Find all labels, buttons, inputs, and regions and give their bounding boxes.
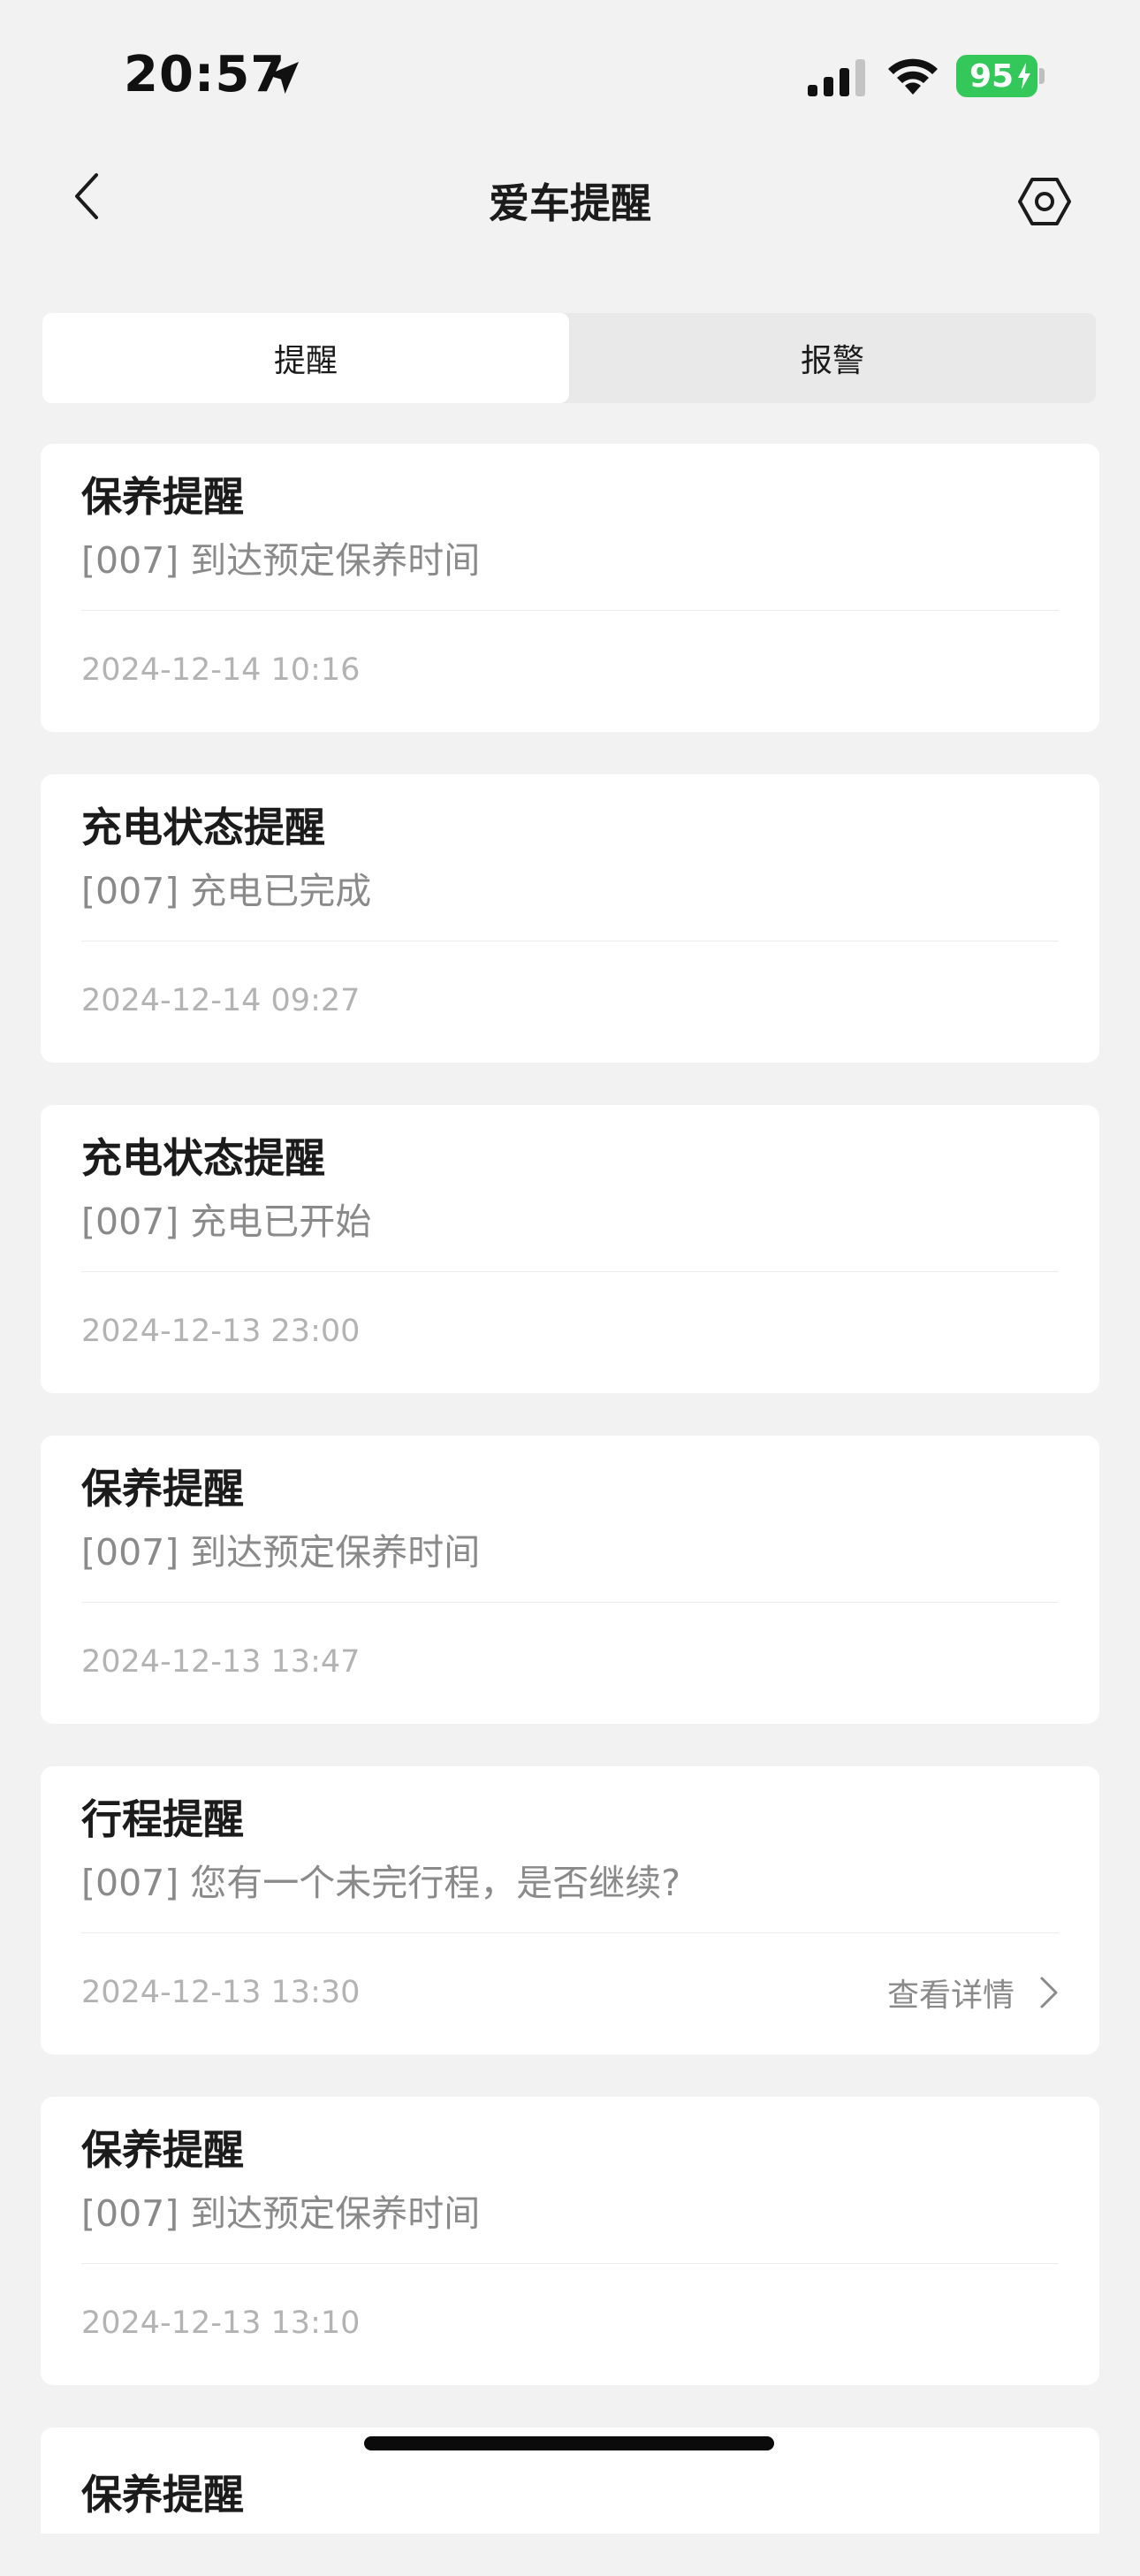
nav-bar: 爱车提醒: [0, 141, 1140, 265]
reminder-time: 2024-12-14 10:16: [81, 652, 361, 688]
page-title: 爱车提醒: [489, 179, 651, 227]
divider: [81, 1271, 1059, 1272]
wifi-icon: [888, 58, 938, 95]
reminder-title: 保养提醒: [81, 473, 244, 521]
divider: [81, 1602, 1059, 1603]
reminder-title: 行程提醒: [81, 1795, 244, 1843]
reminder-message: [007] 充电已开始: [81, 1200, 372, 1243]
charging-bolt-icon: [1018, 63, 1030, 89]
reminder-time: 2024-12-13 13:47: [81, 1644, 361, 1680]
segmented-tabs: 提醒 报警: [42, 313, 1096, 403]
reminder-title: 保养提醒: [81, 2126, 244, 2174]
reminder-message: [007] 充电已完成: [81, 870, 372, 912]
divider: [81, 2263, 1059, 2264]
reminder-card[interactable]: 保养提醒 [007] 到达预定保养时间 2024-12-14 10:16: [41, 444, 1099, 732]
reminder-message: [007] 到达预定保养时间: [81, 539, 481, 582]
reminder-title: 充电状态提醒: [81, 1134, 325, 1182]
reminder-message: [007] 您有一个未完行程，是否继续?: [81, 1862, 681, 1904]
divider: [81, 610, 1059, 611]
battery-indicator: 95: [956, 55, 1037, 97]
reminder-card[interactable]: 保养提醒 [007] 到达预定保养时间 2024-12-13 13:10: [41, 2097, 1099, 2385]
reminder-title: 保养提醒: [81, 1465, 244, 1513]
reminder-card[interactable]: 充电状态提醒 [007] 充电已开始 2024-12-13 23:00: [41, 1105, 1099, 1393]
reminder-card[interactable]: 充电状态提醒 [007] 充电已完成 2024-12-14 09:27: [41, 774, 1099, 1063]
battery-level: 95: [969, 57, 1015, 95]
view-details-link[interactable]: 查看详情: [887, 1970, 1059, 2016]
settings-button[interactable]: [1013, 170, 1076, 233]
reminder-list: 保养提醒 [007] 到达预定保养时间 2024-12-14 10:16 充电状…: [41, 444, 1099, 2576]
tab-alarms[interactable]: 报警: [569, 313, 1096, 403]
status-bar: 20:57 95: [0, 0, 1140, 141]
divider: [81, 1932, 1059, 1933]
tab-reminders[interactable]: 提醒: [42, 313, 569, 403]
cellular-signal-icon: [808, 59, 865, 96]
reminder-card[interactable]: 行程提醒 [007] 您有一个未完行程，是否继续? 2024-12-13 13:…: [41, 1766, 1099, 2054]
reminder-card[interactable]: 保养提醒 [007] 到达预定保养时间 2024-12-13 13:47: [41, 1436, 1099, 1724]
reminder-time: 2024-12-14 09:27: [81, 983, 361, 1018]
home-indicator[interactable]: [364, 2436, 774, 2450]
location-arrow-icon: [267, 62, 299, 94]
reminder-message: [007] 到达预定保养时间: [81, 2192, 481, 2235]
reminder-time: 2024-12-13 13:30: [81, 1975, 361, 2010]
reminder-message: [007] 到达预定保养时间: [81, 1531, 481, 1574]
reminder-time: 2024-12-13 23:00: [81, 1314, 361, 1349]
hexagon-settings-icon: [1018, 178, 1071, 225]
chevron-right-icon: [1040, 1977, 1058, 2008]
battery-cap: [1039, 68, 1045, 84]
reminder-time: 2024-12-13 13:10: [81, 2305, 361, 2341]
reminder-title: 充电状态提醒: [81, 804, 325, 851]
view-details-label: 查看详情: [886, 1978, 1015, 2014]
